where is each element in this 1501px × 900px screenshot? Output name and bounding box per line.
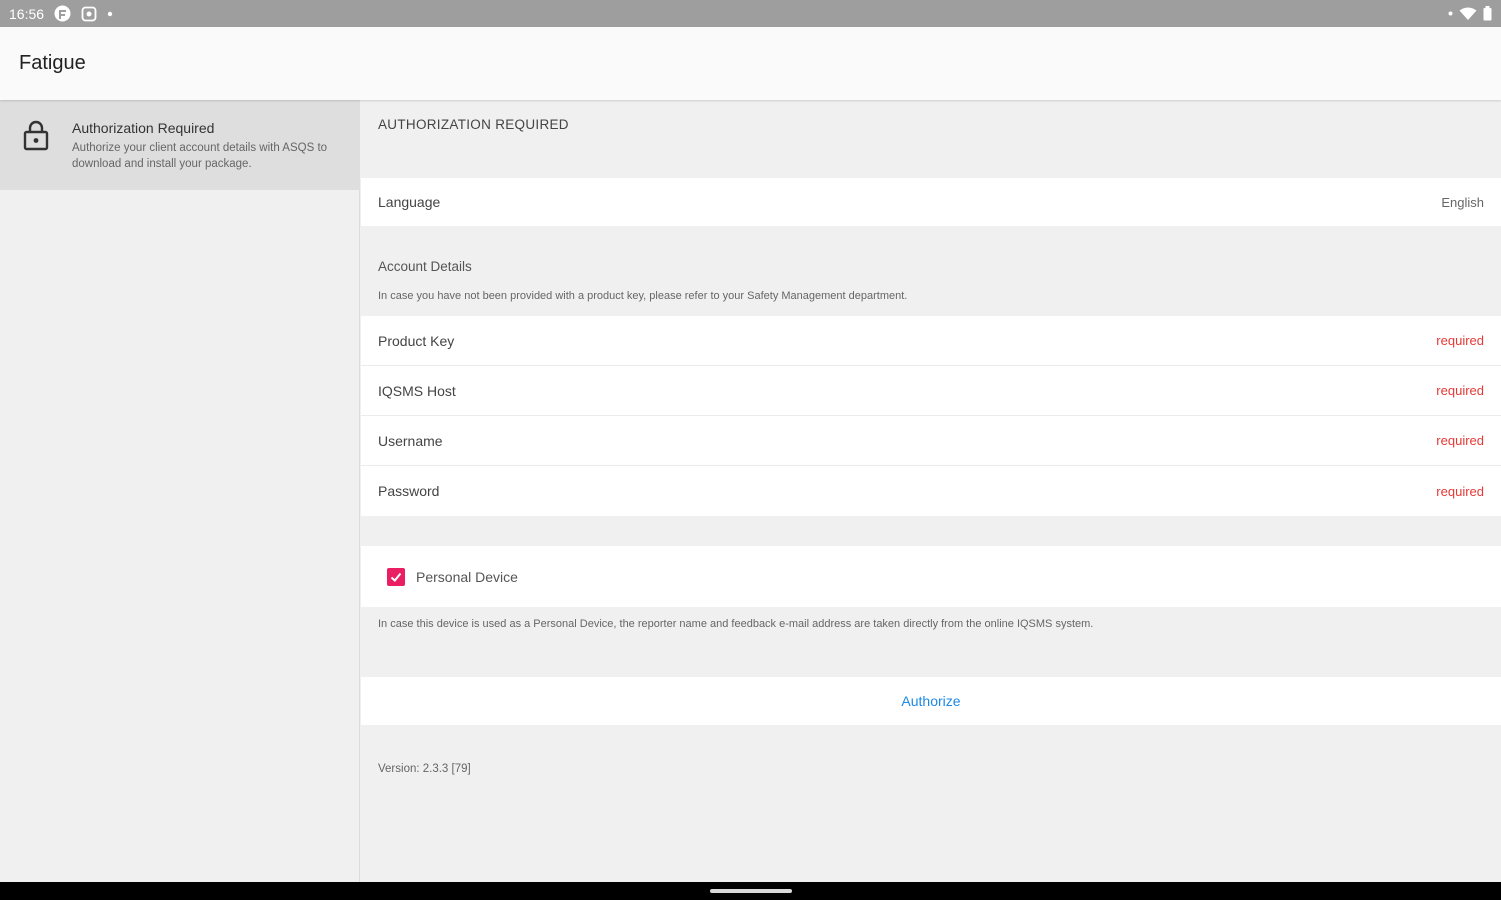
iqsms-host-row[interactable]: IQSMS Host required [361, 366, 1501, 416]
username-row[interactable]: Username required [361, 416, 1501, 466]
personal-device-label: Personal Device [416, 568, 518, 585]
password-status: required [1436, 483, 1484, 499]
home-gesture-handle[interactable] [710, 889, 792, 893]
product-key-label: Product Key [378, 332, 455, 349]
password-label: Password [378, 483, 440, 499]
language-value: English [1441, 194, 1484, 210]
section-header: AUTHORIZATION REQUIRED [378, 117, 569, 132]
password-row[interactable]: Password required [361, 466, 1501, 516]
app-title: Fatigue [19, 52, 86, 74]
personal-device-row[interactable]: Personal Device [361, 546, 1501, 607]
wifi-icon [1459, 7, 1477, 21]
app-notification-icon [54, 5, 71, 22]
personal-device-note: In case this device is used as a Persona… [378, 618, 1094, 630]
sidebar: Authorization Required Authorize your cl… [0, 100, 360, 882]
sidebar-item-authorization-required[interactable]: Authorization Required Authorize your cl… [0, 100, 360, 190]
app-bar: Fatigue [0, 27, 1501, 100]
checkmark-icon [390, 572, 402, 582]
sidebar-item-subtitle: Authorize your client account details wi… [72, 142, 328, 170]
account-details-title: Account Details [378, 259, 472, 274]
iqsms-host-label: IQSMS Host [378, 382, 456, 399]
iqsms-host-status: required [1436, 383, 1484, 398]
lock-icon [22, 119, 50, 151]
product-key-row[interactable]: Product Key required [361, 316, 1501, 366]
main-content: AUTHORIZATION REQUIRED Language English … [361, 100, 1501, 882]
battery-icon [1483, 6, 1492, 21]
account-details-note: In case you have not been provided with … [378, 290, 908, 302]
dot-icon [107, 11, 113, 17]
language-row[interactable]: Language English [361, 178, 1501, 226]
navigation-bar [0, 882, 1501, 900]
sidebar-item-title: Authorization Required [72, 120, 215, 136]
signal-dot-icon [1448, 11, 1453, 16]
language-label: Language [378, 194, 441, 210]
status-time: 16:56 [9, 5, 45, 22]
status-bar: 16:56 [0, 0, 1501, 27]
product-key-status: required [1436, 333, 1484, 348]
version-label: Version: 2.3.3 [79] [378, 763, 471, 775]
username-status: required [1436, 433, 1484, 448]
personal-device-checkbox[interactable] [387, 567, 405, 586]
authorize-button[interactable]: Authorize [895, 692, 966, 710]
authorize-row: Authorize [361, 677, 1501, 725]
settings-notification-icon [81, 6, 97, 22]
username-label: Username [378, 432, 443, 449]
